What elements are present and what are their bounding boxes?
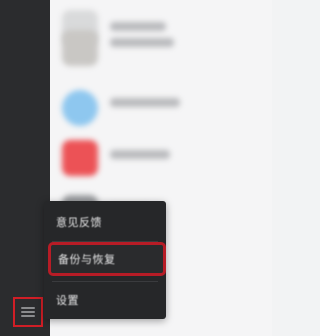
avatar <box>62 140 98 176</box>
menu-divider <box>52 281 158 282</box>
list-item[interactable] <box>50 80 272 136</box>
more-menu-button[interactable] <box>13 297 43 327</box>
avatar <box>62 30 98 66</box>
menu-icon <box>21 307 35 317</box>
menu-item-feedback[interactable]: 意见反馈 <box>44 205 166 239</box>
menu-item-label: 设置 <box>56 294 79 307</box>
sidebar <box>0 0 50 336</box>
more-menu-popup: 意见反馈 备份与恢复 设置 <box>44 201 166 319</box>
menu-item-label: 意见反馈 <box>56 216 102 229</box>
menu-item-label: 备份与恢复 <box>58 253 116 266</box>
menu-item-backup-restore[interactable]: 备份与恢复 <box>48 242 166 276</box>
menu-item-settings[interactable]: 设置 <box>44 283 166 317</box>
avatar <box>62 90 98 126</box>
list-item[interactable] <box>50 20 272 76</box>
list-item[interactable] <box>50 130 272 186</box>
